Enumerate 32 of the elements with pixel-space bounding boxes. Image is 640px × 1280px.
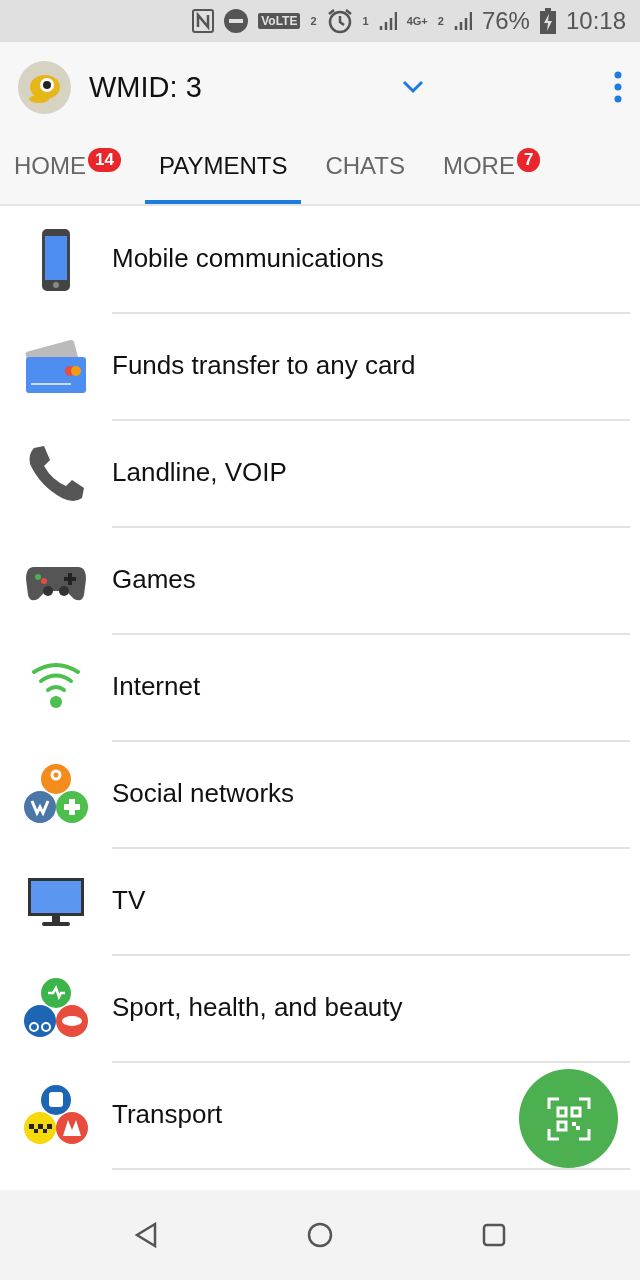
tab[interactable]: PAYMENTS (144, 132, 302, 204)
category-label[interactable]: Sport, health, and beauty (112, 992, 403, 1023)
category-label[interactable]: Funds transfer to any card (112, 350, 416, 381)
category-label[interactable]: Internet (112, 671, 201, 702)
category-label[interactable]: Social networks (112, 778, 295, 809)
category-label[interactable]: Games (112, 564, 196, 595)
tab[interactable]: HOME 14 (0, 132, 135, 204)
nfc-icon (192, 9, 215, 33)
alarm-icon (326, 8, 353, 34)
category-label[interactable]: Mobile communications (112, 243, 384, 274)
count-badge: 14 (88, 148, 121, 172)
wmid-text: WMID: 3 (89, 70, 202, 104)
signal-icon (378, 10, 397, 32)
chevron-down-icon[interactable] (401, 80, 424, 94)
more-options-icon[interactable] (614, 71, 622, 103)
category-label[interactable]: Landline, VOIP (112, 457, 287, 488)
network-type: 4G+ (406, 15, 428, 27)
do-not-disturb-icon (224, 9, 249, 33)
sim-number: 2 (310, 15, 317, 27)
sim-number: 2 (437, 15, 444, 27)
qr-code-icon (546, 1096, 591, 1141)
category-label[interactable]: Transport (112, 1099, 223, 1130)
battery-charging-icon (539, 8, 556, 34)
tab[interactable]: CHATS (311, 132, 419, 204)
tab[interactable]: MORE 7 (428, 132, 555, 204)
battery-percentage: 76% (481, 7, 530, 35)
sim-number: 1 (362, 15, 369, 27)
clock-time: 10:18 (565, 7, 626, 35)
count-badge: 7 (516, 148, 541, 172)
volte-indicator: VoLTE (258, 13, 301, 29)
category-label[interactable]: TV (112, 885, 146, 916)
signal-icon (453, 10, 472, 32)
